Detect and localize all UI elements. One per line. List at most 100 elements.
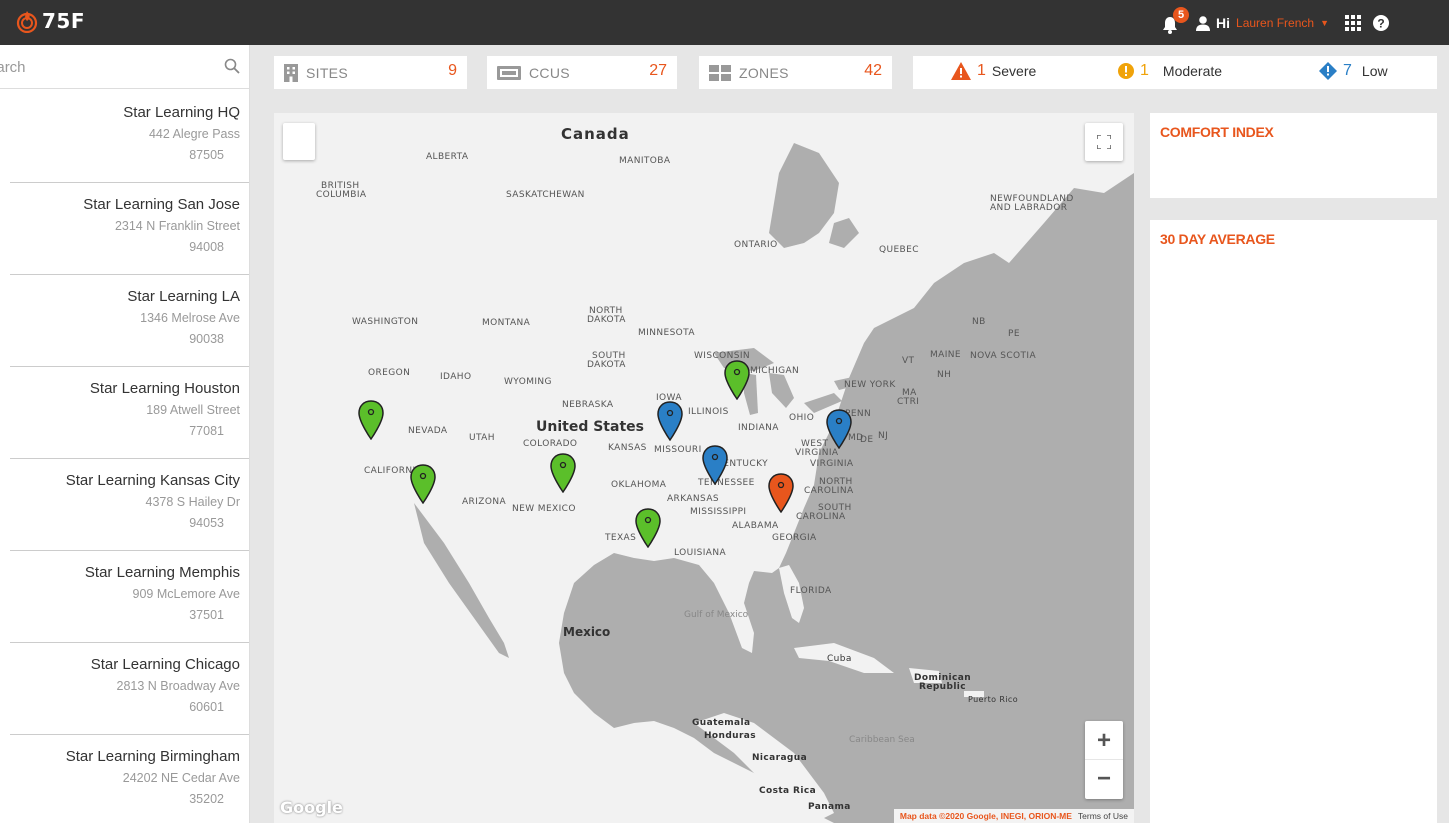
map-label-michigan: MICHIGAN: [750, 366, 800, 376]
map-label-vt: VT: [902, 356, 915, 366]
map-label-ohio: OHIO: [789, 413, 815, 423]
sites-sidebar: Star Learning HQ 442 Alegre Pass 87505 S…: [0, 45, 250, 823]
site-list-item[interactable]: Star Learning HQ 442 Alegre Pass 87505: [10, 91, 249, 183]
sites-count: 9: [448, 62, 457, 79]
site-zip: 94008: [189, 240, 224, 254]
site-pin-green[interactable]: [635, 508, 661, 548]
map-label-newfoundland-2: AND LABRADOR: [990, 203, 1068, 213]
comfort-index-title: COMFORT INDEX: [1160, 124, 1274, 140]
site-pin-blue[interactable]: [657, 401, 683, 441]
zones-label: ZONES: [739, 64, 789, 81]
site-address: 1346 Melrose Ave: [140, 311, 240, 325]
site-pin-blue[interactable]: [702, 445, 728, 485]
site-address: 24202 NE Cedar Ave: [122, 771, 240, 785]
site-name: Star Learning Kansas City: [65, 472, 240, 489]
map-label-ontario: ONTARIO: [734, 240, 778, 250]
map-label-missouri: MISSOURI: [654, 445, 702, 455]
site-pin-green[interactable]: [410, 464, 436, 504]
ccus-label: CCUS: [529, 64, 570, 81]
site-name: Star Learning Birmingham: [65, 748, 240, 765]
low-alerts[interactable]: 7 Low: [1319, 62, 1388, 80]
top-right-controls: 5 Hi Lauren French ▼ ?: [1162, 7, 1389, 34]
map-data-credit[interactable]: Map data ©2020 Google, INEGI, ORION-ME: [900, 811, 1072, 821]
map-type-button[interactable]: [283, 123, 315, 160]
map-label-puerto-rico: Puerto Rico: [968, 695, 1019, 704]
site-name: Star Learning Houston: [89, 380, 240, 397]
site-list-item[interactable]: Star Learning San Jose 2314 N Franklin S…: [10, 183, 249, 275]
map-label-canada: Canada: [561, 125, 630, 143]
site-address: 2314 N Franklin Street: [114, 219, 240, 233]
map-label-mexico: Mexico: [563, 625, 611, 639]
map-label-gulf-of-mexico: Gulf of Mexico: [684, 610, 749, 620]
fullscreen-icon: [1097, 135, 1111, 149]
map-label-de: DE: [860, 435, 874, 445]
map-label-montana: MONTANA: [482, 318, 531, 328]
site-zip: 37501: [189, 608, 224, 622]
map-label-indiana: INDIANA: [738, 423, 779, 433]
site-pin-green[interactable]: [550, 453, 576, 493]
zones-grid-icon: [709, 64, 731, 81]
site-zip: 77081: [189, 424, 224, 438]
zoom-in-button[interactable]: +: [1085, 722, 1123, 760]
fullscreen-button[interactable]: [1085, 123, 1123, 161]
moderate-label: Moderate: [1162, 63, 1223, 79]
site-list-item[interactable]: Star Learning Kansas City 4378 S Hailey …: [10, 459, 249, 551]
exclamation-circle-icon: [1118, 63, 1134, 79]
map-label-nova-scotia: NOVA SCOTIA: [970, 351, 1037, 361]
notifications-button[interactable]: 5: [1162, 7, 1190, 34]
site-list-item[interactable]: Star Learning Birmingham 24202 NE Cedar …: [10, 735, 249, 823]
map-label-pe: PE: [1008, 329, 1020, 339]
moderate-alerts[interactable]: 1 Moderate: [1118, 62, 1222, 80]
building-icon: [284, 63, 298, 82]
zoom-out-button[interactable]: −: [1085, 760, 1123, 798]
map-label-alberta: ALBERTA: [426, 152, 469, 162]
info-diamond-icon: [1319, 62, 1337, 80]
grid-icon[interactable]: [1345, 15, 1361, 31]
google-logo[interactable]: Google: [280, 798, 343, 817]
map-label-new-mexico: NEW MEXICO: [512, 504, 576, 514]
greeting-text: Hi: [1216, 15, 1231, 31]
ccus-stat[interactable]: CCUS 27: [487, 56, 677, 89]
sites-stat[interactable]: SITES 9: [274, 56, 467, 89]
site-list-item[interactable]: Star Learning Chicago 2813 N Broadway Av…: [10, 643, 249, 735]
user-menu[interactable]: Hi Lauren French ▼: [1196, 15, 1329, 31]
low-label: Low: [1361, 63, 1388, 79]
notification-badge: 5: [1173, 7, 1190, 23]
site-pin-blue[interactable]: [826, 409, 852, 449]
alerts-summary: 1 Severe 1 Moderate 7 Low: [913, 56, 1437, 89]
map-label-kansas: KANSAS: [608, 443, 647, 453]
site-list-item[interactable]: Star Learning Memphis 909 McLemore Ave 3…: [10, 551, 249, 643]
low-count: 7: [1343, 62, 1352, 79]
site-list-item[interactable]: Star Learning LA 1346 Melrose Ave 90038: [10, 275, 249, 367]
search-icon[interactable]: [224, 58, 240, 74]
map-label-costa-rica: Costa Rica: [759, 786, 817, 796]
map-label-south-dakota-2: DAKOTA: [587, 360, 626, 370]
sites-map[interactable]: Canada ALBERTA MANITOBA BRITISH COLUMBIA…: [274, 113, 1134, 823]
site-zip: 94053: [189, 516, 224, 530]
map-label-maine: MAINE: [930, 350, 961, 360]
ccu-device-icon: [497, 65, 521, 80]
site-pin-green[interactable]: [724, 360, 750, 400]
logo[interactable]: 75F: [16, 9, 85, 33]
site-address: 442 Alegre Pass: [148, 127, 240, 141]
map-label-illinois: ILLINOIS: [688, 407, 729, 417]
help-icon[interactable]: ?: [1373, 15, 1389, 31]
severe-label: Severe: [991, 63, 1037, 79]
zones-stat[interactable]: ZONES 42: [699, 56, 892, 89]
site-list-item[interactable]: Star Learning Houston 189 Atwell Street …: [10, 367, 249, 459]
severe-alerts[interactable]: 1 Severe: [951, 62, 1036, 80]
severe-count: 1: [977, 62, 986, 79]
map-attribution: Map data ©2020 Google, INEGI, ORION-ME T…: [893, 809, 1134, 823]
thirty-day-average-title: 30 DAY AVERAGE: [1160, 231, 1275, 247]
site-address: 2813 N Broadway Ave: [116, 679, 240, 693]
terms-of-use-link[interactable]: Terms of Use: [1078, 811, 1128, 821]
site-pin-green[interactable]: [358, 400, 384, 440]
map-label-united-states: United States: [536, 419, 644, 435]
search-bar: [0, 45, 249, 89]
map-label-nh: NH: [937, 370, 952, 380]
user-name: Lauren French: [1236, 16, 1315, 30]
map-label-virginia: VIRGINIA: [810, 459, 854, 469]
site-pin-orange[interactable]: [768, 473, 794, 513]
map-label-louisiana: LOUISIANA: [674, 548, 727, 558]
search-input[interactable]: [0, 55, 200, 79]
